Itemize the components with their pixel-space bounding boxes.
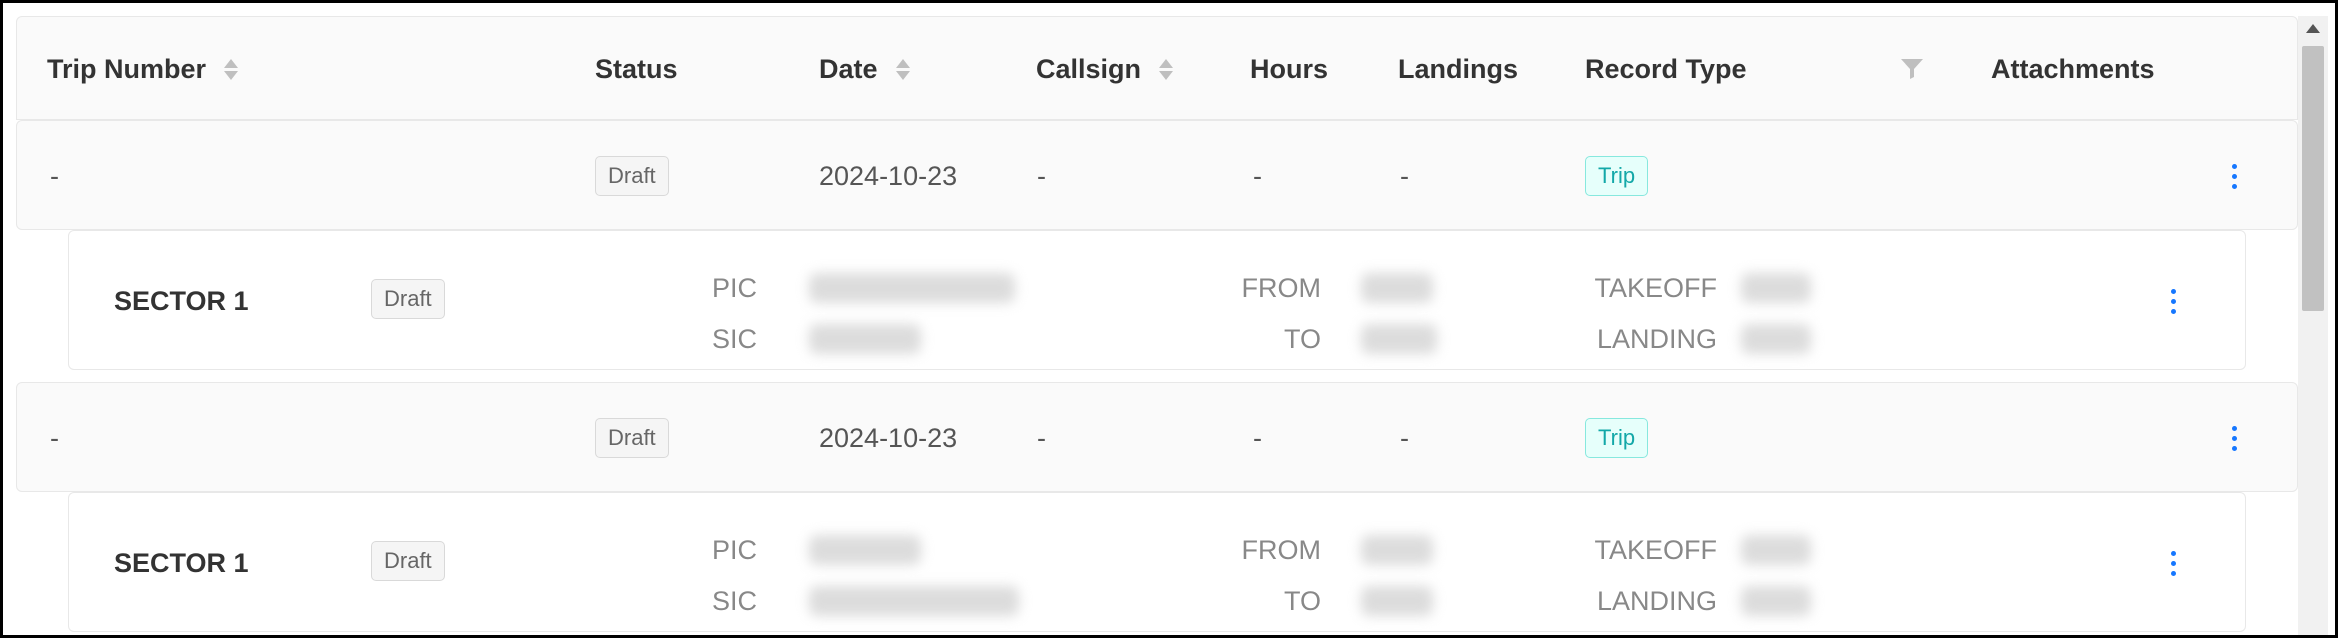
column-trip-number[interactable]: Trip Number	[47, 17, 239, 121]
column-date[interactable]: Date	[819, 17, 910, 121]
from-value-redacted	[1361, 535, 1433, 565]
column-record-type: Record Type	[1585, 17, 1747, 121]
sort-icon[interactable]	[1159, 58, 1174, 80]
column-hours-label: Hours	[1250, 53, 1329, 84]
sector-title: SECTOR 1	[114, 547, 249, 578]
more-vertical-icon[interactable]	[2163, 543, 2183, 583]
sic-label: SIC	[712, 324, 758, 354]
sort-icon[interactable]	[224, 58, 239, 80]
column-trip-number-label: Trip Number	[47, 53, 207, 84]
trips-table: Trip Number Status Date Callsign Hours L…	[16, 16, 2298, 635]
callsign-cell: -	[1037, 422, 1046, 453]
status-cell: Draft	[595, 121, 669, 231]
record-type-cell: Trip	[1585, 383, 1649, 493]
sic-value-redacted	[809, 586, 1019, 616]
landings-cell: -	[1400, 160, 1409, 191]
pic-label: PIC	[712, 535, 758, 565]
landing-value-redacted	[1741, 586, 1811, 616]
sort-icon[interactable]	[895, 58, 910, 80]
status-cell: Draft	[595, 383, 669, 493]
from-label: FROM	[1241, 535, 1321, 565]
callsign-cell: -	[1037, 160, 1046, 191]
column-callsign-label: Callsign	[1036, 53, 1142, 84]
column-status-label: Status	[595, 53, 678, 84]
to-value-redacted	[1361, 324, 1437, 354]
trip-number-cell: -	[50, 160, 59, 191]
pic-value-redacted	[809, 535, 921, 565]
hours-cell: -	[1253, 422, 1262, 453]
column-hours: Hours	[1250, 17, 1328, 121]
column-attachments: Attachments	[1991, 17, 2155, 121]
takeoff-value-redacted	[1741, 535, 1811, 565]
pic-value-redacted	[809, 273, 1015, 303]
landing-value-redacted	[1741, 324, 1811, 354]
trip-log-window: Trip Number Status Date Callsign Hours L…	[0, 0, 2338, 638]
table-header: Trip Number Status Date Callsign Hours L…	[16, 16, 2298, 120]
status-badge: Draft	[595, 156, 669, 196]
column-date-label: Date	[819, 53, 878, 84]
sector-status-badge: Draft	[371, 541, 445, 581]
to-label: TO	[1283, 586, 1321, 616]
takeoff-label: TAKEOFF	[1594, 535, 1717, 565]
more-vertical-icon[interactable]	[2224, 156, 2244, 196]
landing-label: LANDING	[1596, 586, 1717, 616]
sector-card[interactable]: SECTOR 1 Draft PIC SIC FROM TO TAKEOFF L…	[68, 230, 2246, 370]
to-value-redacted	[1361, 586, 1433, 616]
pic-label: PIC	[712, 273, 758, 303]
landing-label: LANDING	[1596, 324, 1717, 354]
status-badge: Draft	[595, 418, 669, 458]
to-label: TO	[1283, 324, 1321, 354]
more-vertical-icon[interactable]	[2224, 418, 2244, 458]
from-label: FROM	[1241, 273, 1321, 303]
sector-status-badge: Draft	[371, 279, 445, 319]
column-callsign[interactable]: Callsign	[1036, 17, 1174, 121]
from-value-redacted	[1361, 273, 1433, 303]
takeoff-value-redacted	[1741, 273, 1811, 303]
filter-icon[interactable]	[1899, 55, 1925, 81]
date-cell: 2024-10-23	[819, 160, 958, 191]
sic-label: SIC	[712, 586, 758, 616]
record-type-badge: Trip	[1585, 418, 1649, 458]
more-vertical-icon[interactable]	[2163, 281, 2183, 321]
column-record-type-label: Record Type	[1585, 53, 1747, 84]
column-landings: Landings	[1398, 17, 1518, 121]
landings-cell: -	[1400, 422, 1409, 453]
scrollbar-thumb[interactable]	[2302, 46, 2324, 311]
record-type-badge: Trip	[1585, 156, 1649, 196]
scroll-up-icon[interactable]	[2306, 24, 2320, 33]
column-landings-label: Landings	[1398, 53, 1518, 84]
takeoff-label: TAKEOFF	[1594, 273, 1717, 303]
date-cell: 2024-10-23	[819, 422, 958, 453]
record-type-cell: Trip	[1585, 121, 1649, 231]
column-attachments-label: Attachments	[1991, 53, 2155, 84]
column-status: Status	[595, 17, 678, 121]
trip-number-cell: -	[50, 422, 59, 453]
sector-card[interactable]: SECTOR 1 Draft PIC SIC FROM TO TAKEOFF L…	[68, 492, 2246, 632]
trip-row[interactable]: - Draft 2024-10-23 - - - Trip	[16, 120, 2298, 230]
sector-title: SECTOR 1	[114, 285, 249, 316]
hours-cell: -	[1253, 160, 1262, 191]
sic-value-redacted	[809, 324, 921, 354]
vertical-scrollbar[interactable]	[2298, 16, 2328, 635]
trip-row[interactable]: - Draft 2024-10-23 - - - Trip	[16, 382, 2298, 492]
